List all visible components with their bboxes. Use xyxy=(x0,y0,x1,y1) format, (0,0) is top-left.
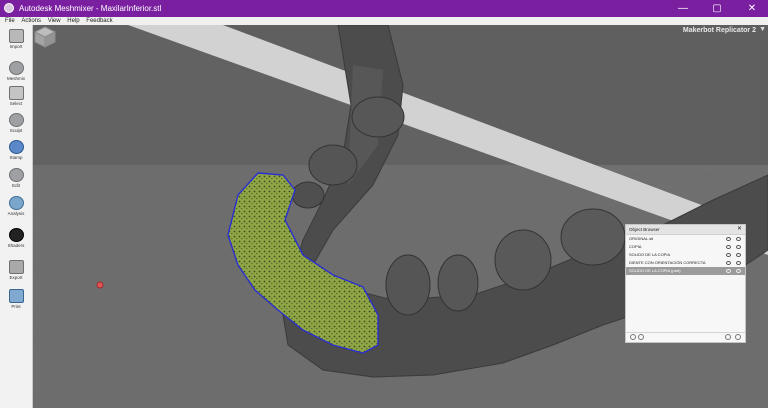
eye-icon[interactable] xyxy=(736,261,741,265)
lock-icon[interactable] xyxy=(726,269,731,273)
menu-feedback[interactable]: Feedback xyxy=(86,17,112,25)
analysis-icon xyxy=(8,196,24,210)
edit-button[interactable]: Edit xyxy=(3,168,29,192)
minimize-button[interactable]: — xyxy=(671,0,695,17)
select-arrow-icon xyxy=(8,86,24,100)
molar-1 xyxy=(351,96,405,138)
sculpt-button[interactable]: Sculpt xyxy=(3,113,29,137)
eye-icon[interactable] xyxy=(736,253,741,257)
object-row[interactable]: DIENTE CON ORIENTACIÓN CORRECTA xyxy=(626,259,745,267)
view-options-icon[interactable] xyxy=(630,334,636,340)
molar-2 xyxy=(308,144,358,186)
printer-label[interactable]: Makerbot Replicator 2 xyxy=(683,27,756,34)
menu-help[interactable]: Help xyxy=(67,17,79,25)
tooth-4 xyxy=(385,254,431,316)
viewcube-icon[interactable] xyxy=(33,25,57,49)
object-row[interactable]: COPIA xyxy=(626,243,745,251)
molar-3 xyxy=(291,181,325,209)
lock-icon[interactable] xyxy=(726,253,731,257)
plus-icon xyxy=(8,29,24,43)
trash-icon[interactable] xyxy=(735,334,741,340)
menu-bar: File Actions View Help Feedback xyxy=(0,17,768,25)
export-button[interactable]: Export xyxy=(3,260,29,284)
lock-icon[interactable] xyxy=(726,245,731,249)
object-browser-close-button[interactable]: ✕ xyxy=(737,225,742,234)
info-icon[interactable] xyxy=(638,334,644,340)
tooth-5 xyxy=(437,254,479,312)
brush-icon xyxy=(8,113,24,127)
object-name: SOLIDO DE LA COPIA xyxy=(629,252,671,257)
close-button[interactable]: ✕ xyxy=(740,0,764,17)
analysis-button[interactable]: Analysis xyxy=(3,196,29,220)
object-row-selected[interactable]: SOLIDO DE LA COPIA (part) xyxy=(626,267,745,275)
pivot-point[interactable] xyxy=(96,281,104,289)
lock-icon[interactable] xyxy=(726,261,731,265)
object-row[interactable]: SOLIDO DE LA COPIA xyxy=(626,251,745,259)
import-button[interactable]: Import xyxy=(3,29,29,53)
select-button[interactable]: Select xyxy=(3,86,29,110)
stamp-button[interactable]: Stamp xyxy=(3,140,29,164)
print-button[interactable]: Print xyxy=(3,289,29,313)
stamp-icon xyxy=(8,140,24,154)
lock-icon[interactable] xyxy=(726,237,731,241)
maximize-button[interactable]: ▢ xyxy=(705,0,729,17)
export-folder-icon xyxy=(8,260,24,274)
left-toolbar: Import Meshmix Select Sculpt Stamp Edit … xyxy=(0,25,33,408)
object-name: SOLIDO DE LA COPIA (part) xyxy=(629,268,681,273)
edit-icon xyxy=(8,168,24,182)
object-name: ORIGINAL.stl xyxy=(629,236,654,241)
object-name: DIENTE CON ORIENTACIÓN CORRECTA xyxy=(629,260,706,265)
eye-icon[interactable] xyxy=(736,237,741,241)
eye-icon[interactable] xyxy=(736,245,741,249)
object-row[interactable]: ORIGINAL.stl xyxy=(626,235,745,243)
tooth-6 xyxy=(494,229,552,291)
meshmix-icon xyxy=(8,61,24,75)
eye-icon[interactable] xyxy=(736,269,741,273)
print-icon xyxy=(8,289,24,303)
object-browser-footer xyxy=(626,332,745,342)
menu-file[interactable]: File xyxy=(5,17,15,25)
shaders-button[interactable]: Shaders xyxy=(3,228,29,252)
meshmixer-app-icon xyxy=(4,3,14,13)
shader-sphere-icon xyxy=(8,228,24,242)
object-browser-title: Object Browser xyxy=(629,227,660,232)
viewport-scene xyxy=(33,25,768,408)
printer-dropdown-icon[interactable]: ▼ xyxy=(759,26,766,33)
object-name: COPIA xyxy=(629,244,642,249)
object-browser-header: Object Browser ✕ xyxy=(626,225,745,235)
meshmix-button[interactable]: Meshmix xyxy=(3,61,29,85)
window-titlebar: Autodesk Meshmixer - MaxilarInferior.stl… xyxy=(0,0,768,17)
object-browser-panel: Object Browser ✕ ORIGINAL.stl COPIA SOLI… xyxy=(625,224,746,343)
menu-view[interactable]: View xyxy=(48,17,61,25)
window-title: Autodesk Meshmixer - MaxilarInferior.stl xyxy=(19,4,162,13)
menu-actions[interactable]: Actions xyxy=(21,17,41,25)
duplicate-icon[interactable] xyxy=(725,334,731,340)
tooth-7 xyxy=(560,208,626,266)
3d-viewport[interactable]: Makerbot Replicator 2 ▼ xyxy=(33,25,768,408)
